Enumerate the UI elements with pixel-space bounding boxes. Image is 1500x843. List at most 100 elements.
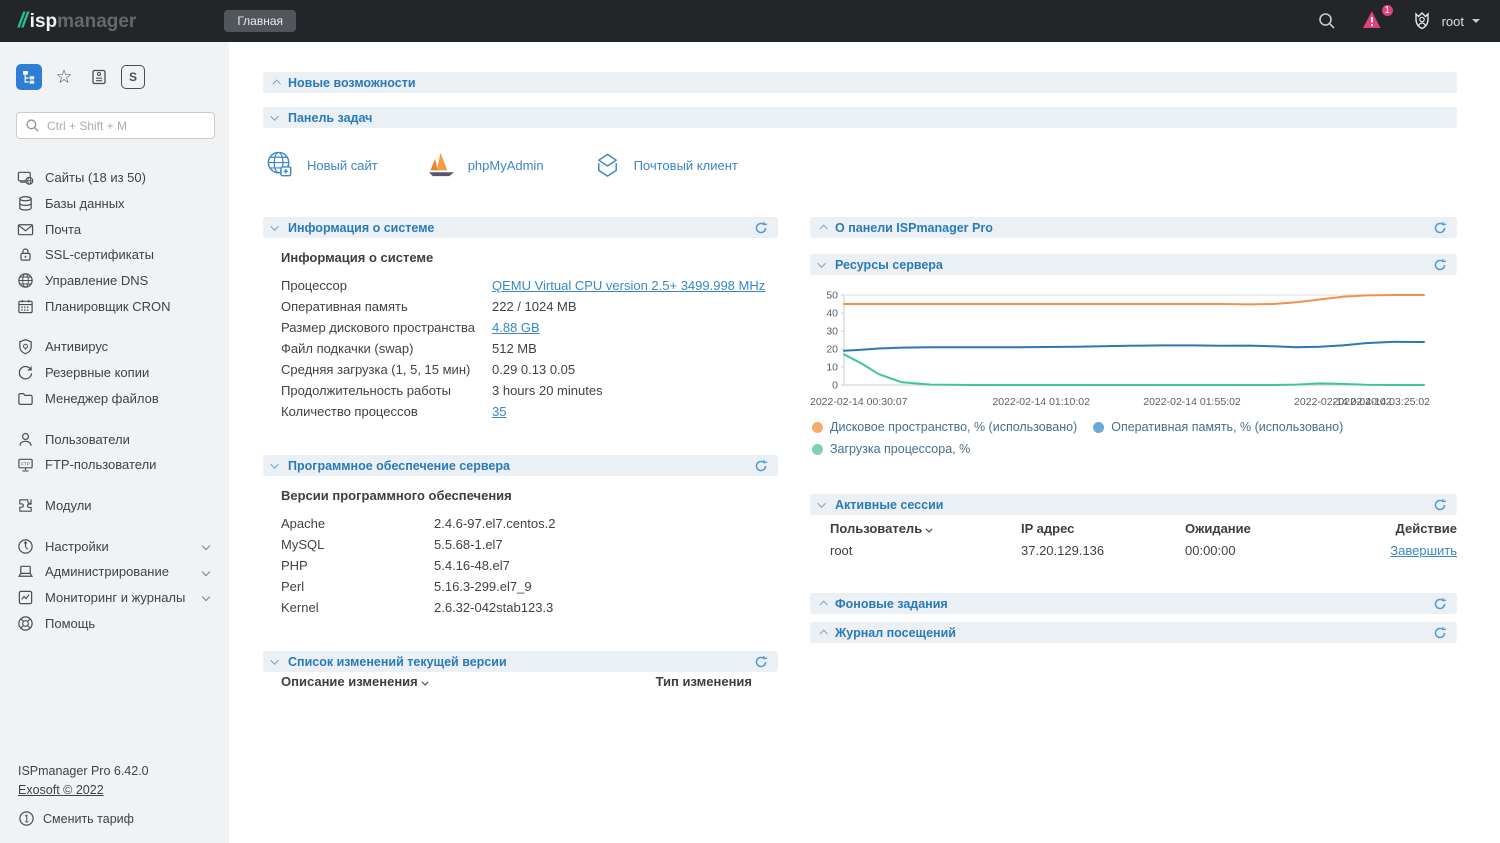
refresh-icon[interactable]	[754, 221, 768, 235]
tab-home[interactable]: Главная	[224, 10, 296, 32]
user-icon	[17, 431, 34, 448]
gauge-icon	[17, 538, 34, 555]
panel-header-software[interactable]: Программное обеспечение сервера	[263, 455, 778, 476]
chart-icon	[17, 589, 34, 606]
chevron-down-icon	[202, 542, 210, 550]
svg-text:0: 0	[832, 380, 838, 392]
svg-text:50: 50	[826, 290, 838, 302]
terminate-session-link[interactable]: Завершить	[1390, 543, 1457, 558]
shortcut-mail-client[interactable]: Почтовый клиент	[592, 150, 738, 181]
refresh-icon[interactable]	[1433, 597, 1447, 611]
sidebar-item-settings[interactable]: Настройки	[17, 533, 229, 559]
notes-button[interactable]	[86, 64, 112, 90]
panel-header-background-tasks[interactable]: Фоновые задания	[810, 593, 1457, 614]
copyright-link[interactable]: Exosoft © 2022	[18, 783, 104, 797]
sidebar-item-administration[interactable]: Администрирование	[17, 559, 229, 585]
info-row: ПроцессорQEMU Virtual CPU version 2.5+ 3…	[263, 275, 778, 296]
software-row: Kernel2.6.32-042stab123.3	[263, 597, 778, 618]
panel-header-changelog[interactable]: Список изменений текущей версии	[263, 651, 778, 672]
sidebar-item-label: Администрирование	[45, 564, 169, 579]
session-wait: 00:00:00	[1185, 543, 1390, 558]
laptop-icon	[17, 563, 34, 580]
refresh-icon[interactable]	[1433, 626, 1447, 640]
sidebar-item-ftpusers[interactable]: FTP FTP-пользователи	[17, 452, 229, 478]
refresh-icon[interactable]	[1433, 221, 1447, 235]
changelog-col-type: Тип изменения	[656, 674, 752, 689]
software-subtitle: Версии программного обеспечения	[281, 488, 778, 503]
refresh-icon[interactable]	[1433, 498, 1447, 512]
sidebar-item-mail[interactable]: Почта	[17, 216, 229, 242]
sidebar-item-filemanager[interactable]: Менеджер файлов	[17, 386, 229, 412]
chevron-down-icon	[270, 112, 278, 120]
notifications-button[interactable]: 1	[1361, 9, 1386, 34]
sidebar-item-label: SSL-сертификаты	[45, 247, 154, 262]
panel-header-about[interactable]: О панели ISPmanager Pro	[810, 217, 1457, 238]
restore-icon	[17, 364, 34, 381]
resources-chart-wrap: 010203040502022-02-14 00:30:072022-02-14…	[810, 289, 1457, 456]
panel-header-sessions[interactable]: Активные сессии	[810, 494, 1457, 515]
sidebar-item-antivirus[interactable]: Антивирус	[17, 334, 229, 360]
search-input[interactable]	[47, 119, 206, 133]
chevron-down-icon	[817, 499, 825, 507]
sidebar-item-dns[interactable]: Управление DNS	[17, 268, 229, 294]
s-mode-button[interactable]: S	[121, 65, 145, 89]
legend-dot	[812, 422, 823, 433]
user-menu[interactable]: root	[1410, 9, 1480, 33]
sidebar-item-databases[interactable]: Базы данных	[17, 191, 229, 217]
panel-header-visit-log[interactable]: Журнал посещений	[810, 622, 1457, 643]
puzzle-icon	[17, 497, 34, 514]
database-icon	[17, 195, 34, 212]
software-row: MySQL5.5.68-1.el7	[263, 534, 778, 555]
search-icon[interactable]	[1317, 11, 1337, 31]
panel-title: Ресурсы сервера	[835, 258, 943, 272]
sidebar-item-help[interactable]: Помощь	[17, 610, 229, 636]
changelog-table-header: Описание изменения Тип изменения	[263, 672, 778, 689]
refresh-icon[interactable]	[754, 655, 768, 669]
sidebar-item-backups[interactable]: Резервные копии	[17, 360, 229, 386]
sidebar-item-cron[interactable]: Планировщик CRON	[17, 293, 229, 319]
sidebar-item-label: Менеджер файлов	[45, 391, 159, 406]
panel-header-taskbar[interactable]: Панель задач	[263, 107, 1457, 128]
sidebar-item-label: Настройки	[45, 539, 109, 554]
sidebar-item-label: Сайты (18 из 50)	[45, 170, 146, 185]
sidebar-item-monitoring[interactable]: Мониторинг и журналы	[17, 585, 229, 611]
chart-legend: Дисковое пространство, % (использовано) …	[812, 420, 1372, 456]
cpu-link[interactable]: QEMU Virtual CPU version 2.5+ 3499.998 M…	[492, 278, 765, 293]
system-info-subtitle: Информация о системе	[281, 250, 778, 265]
menu-tree-button[interactable]	[16, 64, 42, 90]
sidebar-item-label: Планировщик CRON	[45, 299, 171, 314]
sidebar-item-ssl[interactable]: SSL-сертификаты	[17, 242, 229, 268]
process-count-link[interactable]: 35	[492, 404, 506, 419]
sidebar-item-label: Управление DNS	[45, 273, 148, 288]
sort-caret-icon	[926, 525, 933, 532]
sessions-sort-user[interactable]: Пользователь	[830, 521, 1021, 536]
svg-text:2022-02-14 00:30:07: 2022-02-14 00:30:07	[810, 396, 908, 408]
chevron-up-icon	[819, 224, 827, 232]
session-user: root	[830, 543, 1021, 558]
sidebar-item-label: Почта	[45, 222, 81, 237]
chevron-down-icon	[270, 222, 278, 230]
shortcut-new-site[interactable]: Новый сайт	[265, 150, 378, 181]
panel-title: Панель задач	[288, 111, 372, 125]
panel-header-resources[interactable]: Ресурсы сервера	[810, 254, 1457, 275]
refresh-icon[interactable]	[754, 459, 768, 473]
app-logo[interactable]: //ispmanager	[18, 9, 136, 33]
info-row: Количество процессов35	[263, 401, 778, 422]
changelog-sort-description[interactable]: Описание изменения	[281, 674, 429, 689]
change-tariff-button[interactable]: Сменить тариф	[18, 810, 229, 827]
sidebar-search[interactable]	[16, 112, 215, 139]
panel-header-new-features[interactable]: Новые возможности	[263, 72, 1457, 93]
sidebar-item-sites[interactable]: Сайты (18 из 50)	[17, 165, 229, 191]
sidebar-item-modules[interactable]: Модули	[17, 493, 229, 519]
session-row: root 37.20.129.136 00:00:00 Завершить	[810, 539, 1457, 561]
sidebar-item-users[interactable]: Пользователи	[17, 426, 229, 452]
shortcut-phpmyadmin[interactable]: phpMyAdmin	[426, 150, 544, 181]
refresh-icon[interactable]	[1433, 258, 1447, 272]
disk-size-link[interactable]: 4.88 GB	[492, 320, 540, 335]
sidebar-item-label: Мониторинг и журналы	[45, 590, 185, 605]
calendar-icon	[17, 298, 34, 315]
sidebar-item-label: FTP-пользователи	[45, 457, 156, 472]
svg-text:40: 40	[826, 308, 838, 320]
panel-header-system-info[interactable]: Информация о системе	[263, 217, 778, 238]
favorites-button[interactable]: ☆	[51, 64, 77, 90]
